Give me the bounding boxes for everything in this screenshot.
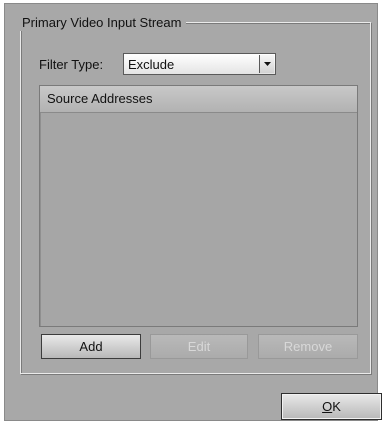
filter-type-dropdown[interactable]: Exclude [123, 53, 276, 75]
groupbox-title: Primary Video Input Stream [17, 15, 187, 31]
edit-button[interactable]: Edit [150, 334, 248, 359]
ok-label-rest: K [332, 399, 341, 414]
add-button[interactable]: Add [41, 334, 141, 359]
dialog-window: Primary Video Input Stream Filter Type: … [4, 3, 382, 421]
ok-button[interactable]: OK [281, 393, 382, 420]
ok-mnemonic: O [322, 399, 333, 414]
column-header-source-addresses[interactable]: Source Addresses [40, 86, 357, 113]
filter-type-value: Exclude [128, 56, 175, 72]
list-body[interactable] [40, 113, 357, 326]
source-addresses-list[interactable]: Source Addresses [39, 85, 358, 327]
filter-type-label: Filter Type: [39, 57, 104, 72]
chevron-down-icon[interactable] [259, 55, 274, 73]
remove-button[interactable]: Remove [258, 334, 358, 359]
